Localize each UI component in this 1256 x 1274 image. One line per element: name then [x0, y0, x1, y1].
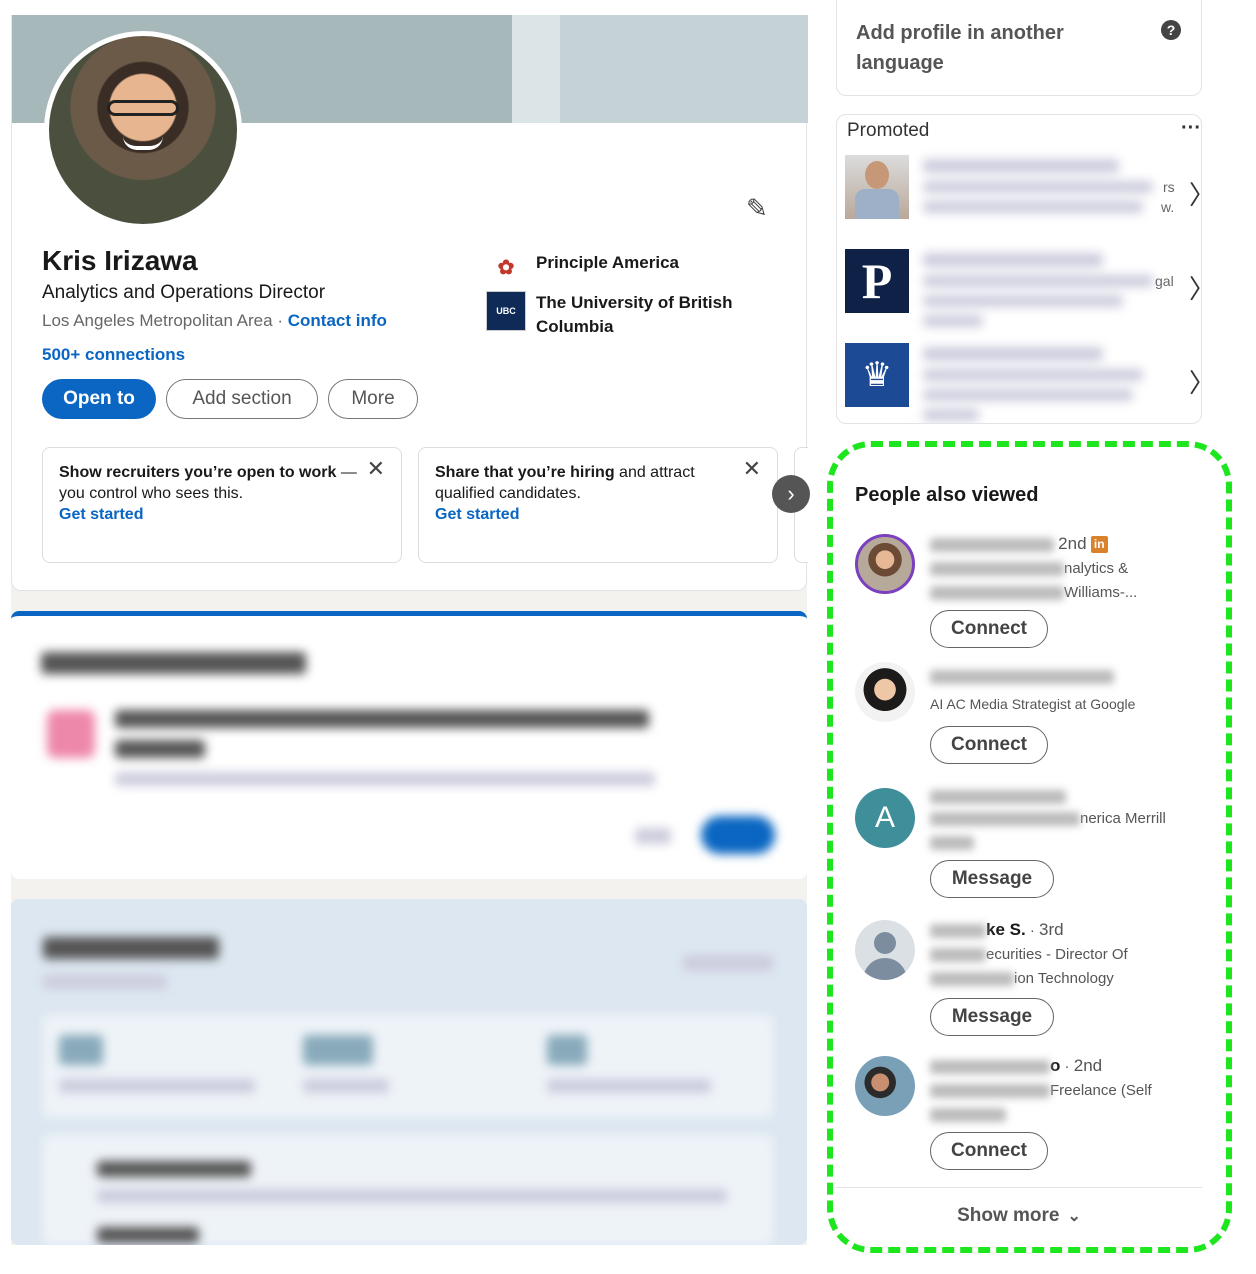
tip-bold: Show recruiters you’re open to work — [59, 464, 337, 481]
location-text: Los Angeles Metropolitan Area — [42, 311, 273, 330]
connections-link[interactable]: 500+ connections — [42, 345, 185, 365]
promoted-card: Promoted ··· rs w. 〉 P — [836, 114, 1202, 424]
promoted-logo-p: P — [845, 249, 909, 313]
person-avatar[interactable] — [855, 1056, 915, 1116]
tip-card-hiring: Share that you’re hiring and attract qua… — [418, 447, 778, 563]
close-icon[interactable]: ✕ — [743, 458, 761, 480]
person-item: A nerica Merrill Message — [855, 788, 1195, 918]
promoted-item[interactable]: rs w. 〉 — [845, 155, 1201, 235]
promoted-thumbnail — [845, 155, 909, 219]
get-started-link[interactable]: Get started — [435, 504, 761, 525]
promoted-item[interactable]: ♛ 〉 — [845, 343, 1201, 423]
message-button[interactable]: Message — [930, 860, 1054, 898]
person-avatar[interactable] — [855, 920, 915, 980]
profile-avatar[interactable] — [44, 31, 242, 229]
connect-button[interactable]: Connect — [930, 610, 1048, 648]
org-name: The University of British Columbia — [536, 293, 733, 336]
edit-pencil-icon[interactable]: ✎ — [746, 193, 776, 223]
connect-button[interactable]: Connect — [930, 1132, 1048, 1170]
add-section-button[interactable]: Add section — [166, 379, 318, 419]
close-icon[interactable]: ✕ — [367, 458, 385, 480]
chevron-right-icon: 〉 — [1189, 269, 1201, 306]
person-item: o · 2nd Freelance (Self Connect — [855, 1056, 1195, 1186]
person-item: AI AC Media Strategist at Google Connect — [855, 662, 1195, 782]
promoted-label: Promoted — [847, 120, 930, 141]
person-item: ke S. · 3rd ecurities - Director Of ion … — [855, 920, 1195, 1050]
person-item: 2nd in nalytics & Williams-... Connect — [855, 534, 1195, 654]
ubc-logo: UBC — [486, 291, 526, 331]
linkedin-profile-page: ✎ Kris Irizawa Analytics and Operations … — [0, 0, 1256, 1274]
contact-info-link[interactable]: Contact info — [288, 311, 387, 330]
language-card: Add profile in another language ? — [836, 0, 1202, 96]
person-avatar[interactable]: A — [855, 788, 915, 848]
person-avatar[interactable] — [855, 662, 915, 722]
chevron-down-icon: ⌄ — [1067, 1207, 1081, 1225]
open-to-button[interactable]: Open to — [42, 379, 156, 419]
message-button[interactable]: Message — [930, 998, 1054, 1036]
org-principle-america[interactable]: ✿ Principle America — [486, 247, 679, 287]
profile-headline: Analytics and Operations Director — [42, 282, 326, 303]
more-options-icon[interactable]: ··· — [1181, 117, 1201, 140]
tip-bold: Share that you’re hiring — [435, 464, 615, 481]
help-icon[interactable]: ? — [1161, 20, 1181, 40]
add-language-link[interactable]: Add profile in another language — [856, 18, 1096, 78]
principle-america-logo: ✿ — [486, 247, 526, 287]
profile-name: Kris Irizawa — [42, 245, 198, 276]
linkedin-premium-icon: in — [1090, 536, 1108, 553]
chevron-right-icon: 〉 — [1189, 363, 1201, 400]
people-also-viewed-card: People also viewed 2nd in nalytics & Wil… — [836, 440, 1202, 1246]
dashboard-card-blurred — [11, 899, 807, 1245]
more-button[interactable]: More — [328, 379, 418, 419]
org-name: Principle America — [536, 253, 679, 272]
org-ubc[interactable]: UBC The University of British Columbia — [486, 291, 756, 339]
person-avatar[interactable] — [855, 534, 915, 594]
strengthen-profile-card-blurred — [11, 611, 807, 879]
chevron-right-icon: 〉 — [1189, 175, 1201, 212]
get-started-link[interactable]: Get started — [59, 504, 385, 525]
show-more-button[interactable]: Show more ⌄ — [836, 1187, 1202, 1243]
separator: · — [277, 311, 284, 330]
promoted-item[interactable]: P gal 〉 — [845, 249, 1201, 329]
connect-button[interactable]: Connect — [930, 726, 1048, 764]
chevron-right-icon[interactable]: › — [772, 475, 810, 513]
crown-logo-icon: ♛ — [845, 343, 909, 407]
main-column: ✎ Kris Irizawa Analytics and Operations … — [11, 15, 810, 1245]
profile-location-row: Los Angeles Metropolitan Area · Contact … — [42, 311, 387, 331]
tip-card-open-to-work: Show recruiters you’re open to work — yo… — [42, 447, 402, 563]
people-also-viewed-title: People also viewed — [855, 484, 1039, 506]
profile-card: ✎ Kris Irizawa Analytics and Operations … — [11, 15, 810, 591]
